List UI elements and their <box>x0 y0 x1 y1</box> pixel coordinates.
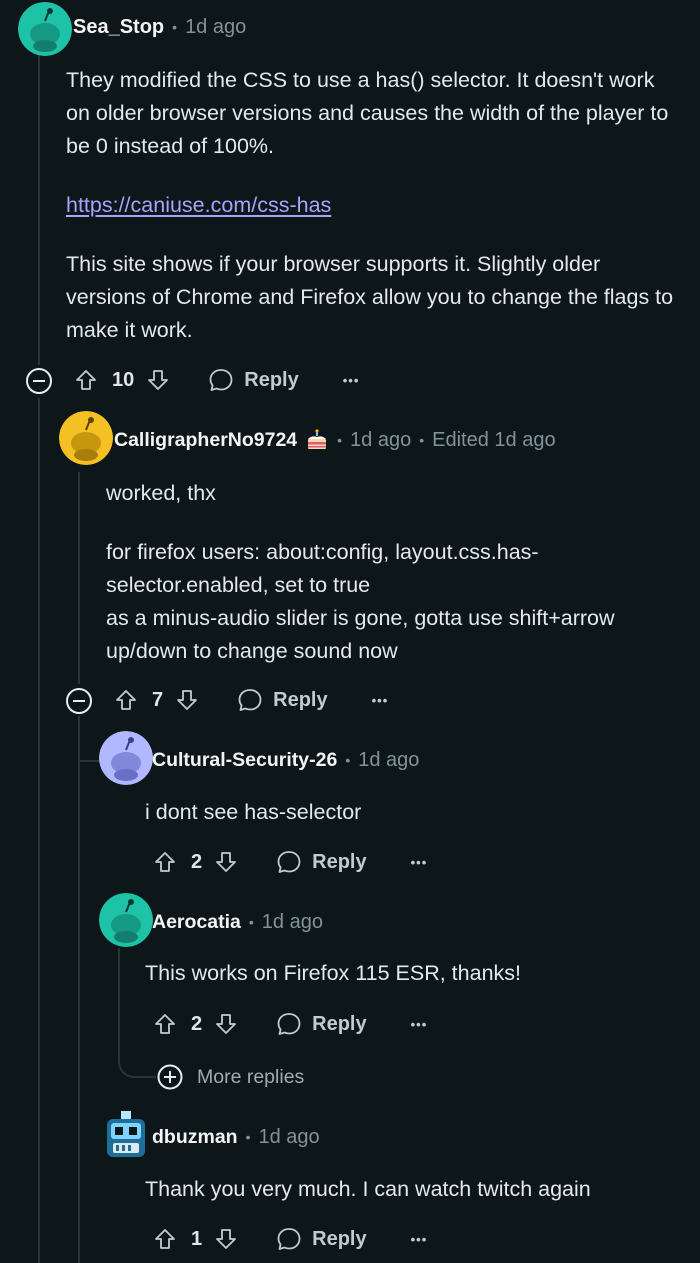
timestamp[interactable]: 1d ago <box>350 429 411 452</box>
comment-header: Aerocatia • 1d ago <box>152 908 323 936</box>
reply-button[interactable]: Reply <box>312 851 366 874</box>
thread-line <box>38 52 40 365</box>
reply-button[interactable]: Reply <box>312 1013 366 1036</box>
action-bar: 7 Reply ••• <box>114 680 388 720</box>
timestamp[interactable]: 1d ago <box>262 911 323 934</box>
avatar[interactable] <box>59 411 113 465</box>
upvote-icon[interactable] <box>153 1227 177 1251</box>
separator-dot: • <box>172 19 178 35</box>
collapse-icon[interactable] <box>25 367 53 395</box>
more-options-icon[interactable]: ••• <box>372 693 389 708</box>
action-bar: 2 Reply ••• <box>153 1004 427 1044</box>
downvote-icon[interactable] <box>175 688 199 712</box>
downvote-icon[interactable] <box>146 368 170 392</box>
vote-count: 10 <box>112 368 135 391</box>
vote-count: 1 <box>191 1227 203 1250</box>
separator-dot: • <box>248 914 254 930</box>
comment-paragraph: This site shows if your browser supports… <box>66 252 674 342</box>
comment-paragraph: This works on Firefox 115 ESR, thanks! <box>145 961 521 985</box>
reply-button[interactable]: Reply <box>312 1228 366 1251</box>
comment-body: worked, thx for firefox users: about:con… <box>106 477 616 668</box>
timestamp[interactable]: 1d ago <box>185 16 246 39</box>
action-bar: 10 Reply ••• <box>74 360 359 400</box>
comment-header: Sea_Stop • 1d ago <box>73 13 246 41</box>
comment-body: They modified the CSS to use a has() sel… <box>66 64 681 347</box>
separator-dot: • <box>337 432 343 448</box>
vote-count: 7 <box>152 688 164 711</box>
reply-icon[interactable] <box>276 1226 302 1252</box>
thread-branch <box>78 716 100 762</box>
external-link[interactable]: https://caniuse.com/css-has <box>66 193 331 217</box>
comment-body: Thank you very much. I can watch twitch … <box>145 1173 685 1206</box>
author-name[interactable]: dbuzman <box>152 1126 238 1149</box>
comment-body: i dont see has-selector <box>145 796 665 829</box>
more-options-icon[interactable]: ••• <box>411 1232 428 1247</box>
author-name[interactable]: Aerocatia <box>152 911 241 934</box>
upvote-icon[interactable] <box>114 688 138 712</box>
reply-icon[interactable] <box>208 367 234 393</box>
comment-header: Cultural-Security-26 • 1d ago <box>152 746 419 774</box>
reply-button[interactable]: Reply <box>273 689 327 712</box>
comment-header: CalligrapherNo9724 • 1d ago • Edited 1d … <box>114 426 556 454</box>
downvote-icon[interactable] <box>214 1012 238 1036</box>
collapse-icon[interactable] <box>65 687 93 715</box>
edited-label: Edited 1d ago <box>432 428 556 451</box>
separator-dot: • <box>419 432 425 448</box>
comment-header: dbuzman • 1d ago <box>152 1123 320 1151</box>
avatar[interactable] <box>101 1109 151 1163</box>
separator-dot: • <box>245 1129 251 1145</box>
timestamp[interactable]: 1d ago <box>358 749 419 772</box>
downvote-icon[interactable] <box>214 1227 238 1251</box>
reply-button[interactable]: Reply <box>244 369 298 392</box>
thread-line <box>78 716 80 1263</box>
reply-icon[interactable] <box>276 1011 302 1037</box>
more-options-icon[interactable]: ••• <box>343 373 360 388</box>
more-options-icon[interactable]: ••• <box>411 855 428 870</box>
avatar[interactable] <box>18 2 72 56</box>
comment-paragraph: Thank you very much. I can watch twitch … <box>145 1177 591 1201</box>
comment-line: as a minus-audio slider is gone, gotta u… <box>106 606 615 663</box>
upvote-icon[interactable] <box>153 850 177 874</box>
upvote-icon[interactable] <box>74 368 98 392</box>
more-replies-button[interactable]: More replies <box>156 1062 304 1092</box>
author-name[interactable]: CalligrapherNo9724 <box>114 429 297 452</box>
avatar[interactable] <box>99 731 153 785</box>
action-bar: 2 Reply ••• <box>153 842 427 882</box>
timestamp[interactable]: 1d ago <box>259 1126 320 1149</box>
expand-icon <box>156 1063 184 1091</box>
thread-line <box>78 472 80 684</box>
comment-line: for firefox users: about:config, layout.… <box>106 540 539 597</box>
comment-paragraph: They modified the CSS to use a has() sel… <box>66 68 669 158</box>
avatar[interactable] <box>99 893 153 947</box>
reply-icon[interactable] <box>276 849 302 875</box>
downvote-icon[interactable] <box>214 850 238 874</box>
separator-dot: • <box>345 752 351 768</box>
more-replies-label: More replies <box>197 1065 305 1088</box>
comment-paragraph: worked, thx <box>106 481 216 505</box>
vote-count: 2 <box>191 1012 203 1035</box>
thread-branch <box>118 1044 156 1078</box>
thread-line <box>38 398 40 1263</box>
comment-paragraph: i dont see has-selector <box>145 800 362 824</box>
reply-icon[interactable] <box>237 687 263 713</box>
action-bar: 1 Reply ••• <box>153 1219 427 1259</box>
vote-count: 2 <box>191 850 203 873</box>
cake-icon <box>305 428 329 452</box>
author-name[interactable]: Cultural-Security-26 <box>152 749 337 772</box>
upvote-icon[interactable] <box>153 1012 177 1036</box>
more-options-icon[interactable]: ••• <box>411 1017 428 1032</box>
comment-thread: Sea_Stop • 1d ago They modified the CSS … <box>0 0 700 1263</box>
comment-body: This works on Firefox 115 ESR, thanks! <box>145 957 665 990</box>
author-name[interactable]: Sea_Stop <box>73 16 164 39</box>
